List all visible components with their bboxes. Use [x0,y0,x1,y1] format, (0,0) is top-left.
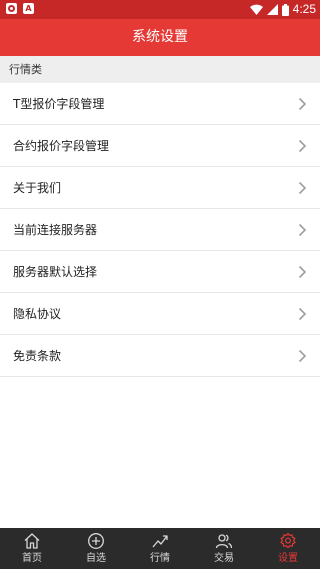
chevron-right-icon [298,139,307,153]
gear-icon [280,532,296,549]
trend-icon [152,535,168,548]
nav-label: 设置 [278,553,298,564]
settings-item-contract-quote-fields[interactable]: 合约报价字段管理 [0,125,320,167]
settings-list: T型报价字段管理 合约报价字段管理 关于我们 当前连接服务器 服务器默认选择 隐… [0,83,320,377]
wifi-icon [249,4,263,15]
nav-label: 首页 [22,553,42,564]
signal-icon [266,4,278,15]
chevron-right-icon [298,265,307,279]
battery-icon [281,3,289,16]
settings-item-label: 免责条款 [13,349,62,363]
users-icon [215,534,233,549]
section-header: 行情类 [0,56,320,83]
settings-item-label: 隐私协议 [13,307,62,321]
chevron-right-icon [298,307,307,321]
nav-label: 自选 [86,553,106,564]
settings-item-disclaimer[interactable]: 免责条款 [0,335,320,377]
settings-item-t-quote-fields[interactable]: T型报价字段管理 [0,83,320,125]
settings-item-about-us[interactable]: 关于我们 [0,167,320,209]
settings-item-privacy-policy[interactable]: 隐私协议 [0,293,320,335]
settings-item-label: 合约报价字段管理 [13,139,110,153]
settings-item-label: 服务器默认选择 [13,265,98,279]
settings-item-label: T型报价字段管理 [13,97,105,111]
plus-circle-icon [88,533,104,549]
status-bar: A 4:25 [0,0,320,19]
settings-item-default-server[interactable]: 服务器默认选择 [0,251,320,293]
nav-label: 行情 [150,553,170,564]
nav-item-watchlist[interactable]: 自选 [64,528,128,569]
nav-item-trade[interactable]: 交易 [192,528,256,569]
chevron-right-icon [298,223,307,237]
settings-item-label: 关于我们 [13,181,62,195]
page-title: 系统设置 [132,29,188,45]
nav-item-home[interactable]: 首页 [0,528,64,569]
app-notification-icon [6,3,17,14]
settings-item-current-server[interactable]: 当前连接服务器 [0,209,320,251]
notification-badge: A [23,3,34,14]
bottom-nav: 首页 自选 行情 交易 设置 [0,528,320,569]
chevron-right-icon [298,349,307,363]
nav-item-market[interactable]: 行情 [128,528,192,569]
nav-label: 交易 [214,553,234,564]
home-icon [24,533,40,549]
chevron-right-icon [298,181,307,195]
chevron-right-icon [298,97,307,111]
section-label: 行情类 [9,63,42,76]
settings-item-label: 当前连接服务器 [13,223,98,237]
status-time: 4:25 [292,2,316,16]
app-header: 系统设置 [0,19,320,56]
nav-item-settings[interactable]: 设置 [256,528,320,569]
